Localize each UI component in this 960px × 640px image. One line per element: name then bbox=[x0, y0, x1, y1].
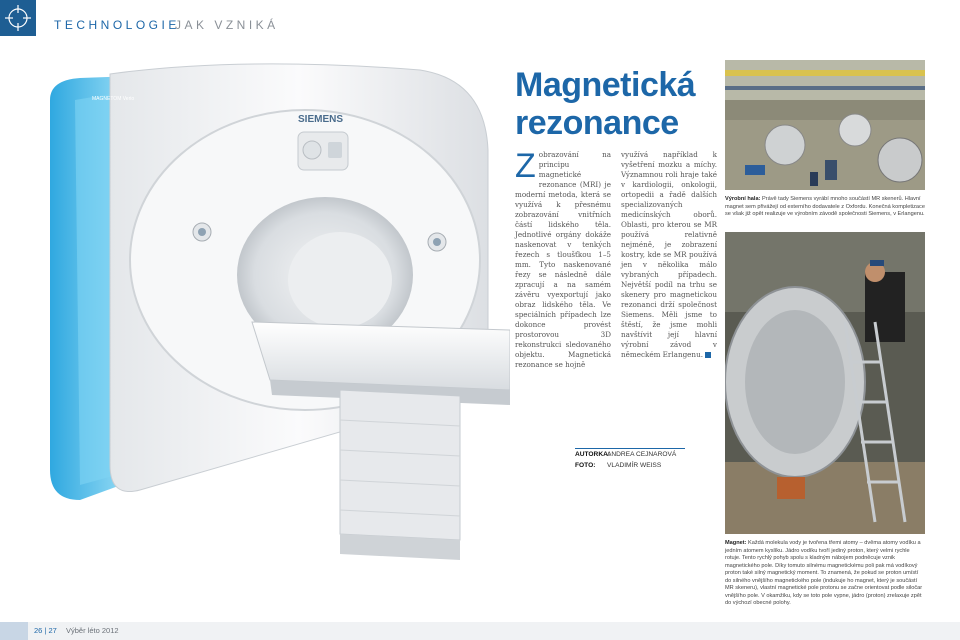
crosshair-icon bbox=[5, 5, 31, 31]
magnet-worker-photo bbox=[725, 232, 925, 534]
article-title: Magnetická rezonance bbox=[515, 66, 696, 142]
article-end-icon bbox=[704, 352, 711, 358]
footer-accent bbox=[0, 622, 28, 640]
article-column-2: využívá například k vyšetření mozku a mí… bbox=[621, 150, 717, 360]
article-title-line2: rezonance bbox=[515, 104, 679, 142]
magazine-corner-logo bbox=[0, 0, 36, 36]
article-credits: AUTORKA: ANDREA CEJNAROVÁ FOTO: VLADIMÍR… bbox=[575, 448, 685, 471]
photo-caption-production-hall: Výrobní hala: Právě tady Siemens vyrábí … bbox=[725, 196, 925, 219]
drop-cap: Z bbox=[515, 147, 536, 185]
caption-label-magnet: Magnet: bbox=[725, 540, 747, 546]
photo-caption-magnet: Magnet: Každá molekula vody je tvořena t… bbox=[725, 540, 925, 608]
section-label: TECHNOLOGIE bbox=[54, 18, 180, 32]
photo-credit: FOTO: VLADIMÍR WEISS bbox=[575, 460, 685, 471]
mri-scanner-image: SIEMENS MAGNETOM Verio bbox=[50, 63, 510, 560]
scanner-brand-text: SIEMENS bbox=[298, 114, 343, 125]
caption-label-production-hall: Výrobní hala: bbox=[725, 196, 761, 202]
caption-text-magnet: Každá molekula vody je tvořena třemi ato… bbox=[725, 540, 923, 606]
article-title-line1: Magnetická bbox=[515, 66, 696, 104]
subsection-label: JAK VZNIKÁ bbox=[175, 18, 279, 32]
footer-page-numbers: 26 | 27 bbox=[34, 626, 57, 635]
author-credit-label: AUTORKA: bbox=[575, 451, 611, 458]
footer-bar bbox=[0, 622, 960, 640]
author-credit: AUTORKA: ANDREA CEJNAROVÁ bbox=[575, 448, 685, 460]
author-credit-name: ANDREA CEJNAROVÁ bbox=[607, 451, 677, 458]
article-column-1: Zobrazování na principu magnetické rezon… bbox=[515, 147, 611, 370]
scanner-model-text: MAGNETOM Verio bbox=[92, 96, 134, 102]
production-hall-photo bbox=[725, 60, 925, 190]
photo-credit-label: FOTO: bbox=[575, 462, 596, 469]
footer-issue-label: Výběr léto 2012 bbox=[66, 626, 119, 635]
photo-credit-name: VLADIMÍR WEISS bbox=[607, 462, 662, 469]
article-column-2-text: využívá například k vyšetření mozku a mí… bbox=[621, 150, 717, 359]
